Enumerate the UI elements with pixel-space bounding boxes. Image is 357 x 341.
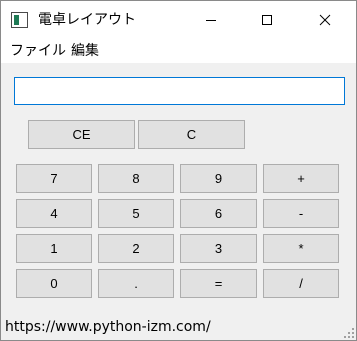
digit-9-button[interactable]: 9 [180,164,257,193]
calculator-window: 電卓レイアウト ファイル 編集 CE C 7 8 9 + 4 5 6 - 1 2… [0,0,357,341]
menu-bar: ファイル 編集 [1,39,356,63]
digit-0-button[interactable]: 0 [16,269,92,298]
status-text: https://www.python-izm.com/ [5,319,211,335]
equals-button[interactable]: = [180,269,257,298]
digit-4-button[interactable]: 4 [16,199,92,228]
maximize-button[interactable] [244,1,290,39]
multiply-button[interactable]: * [263,234,339,263]
minus-button[interactable]: - [263,199,339,228]
digit-8-button[interactable]: 8 [98,164,174,193]
plus-button[interactable]: + [263,164,339,193]
window-icon [11,12,28,28]
digit-7-button[interactable]: 7 [16,164,92,193]
digit-6-button[interactable]: 6 [180,199,257,228]
minimize-icon [206,20,216,21]
maximize-icon [262,15,272,25]
minimize-button[interactable] [188,1,234,39]
menu-file[interactable]: ファイル [10,42,66,60]
digit-5-button[interactable]: 5 [98,199,174,228]
menu-edit[interactable]: 編集 [71,42,99,60]
clear-entry-button[interactable]: CE [28,120,135,149]
calculator-display[interactable] [14,77,345,105]
close-button[interactable] [302,1,348,39]
digit-3-button[interactable]: 3 [180,234,257,263]
decimal-point-button[interactable]: . [98,269,174,298]
digit-1-button[interactable]: 1 [16,234,92,263]
title-bar[interactable]: 電卓レイアウト [1,1,356,39]
digit-2-button[interactable]: 2 [98,234,174,263]
close-icon [319,14,331,26]
divide-button[interactable]: / [263,269,339,298]
window-title: 電卓レイアウト [38,12,136,28]
status-bar: https://www.python-izm.com/ [1,313,356,340]
resize-grip-icon[interactable] [344,328,354,338]
clear-button[interactable]: C [138,120,245,149]
